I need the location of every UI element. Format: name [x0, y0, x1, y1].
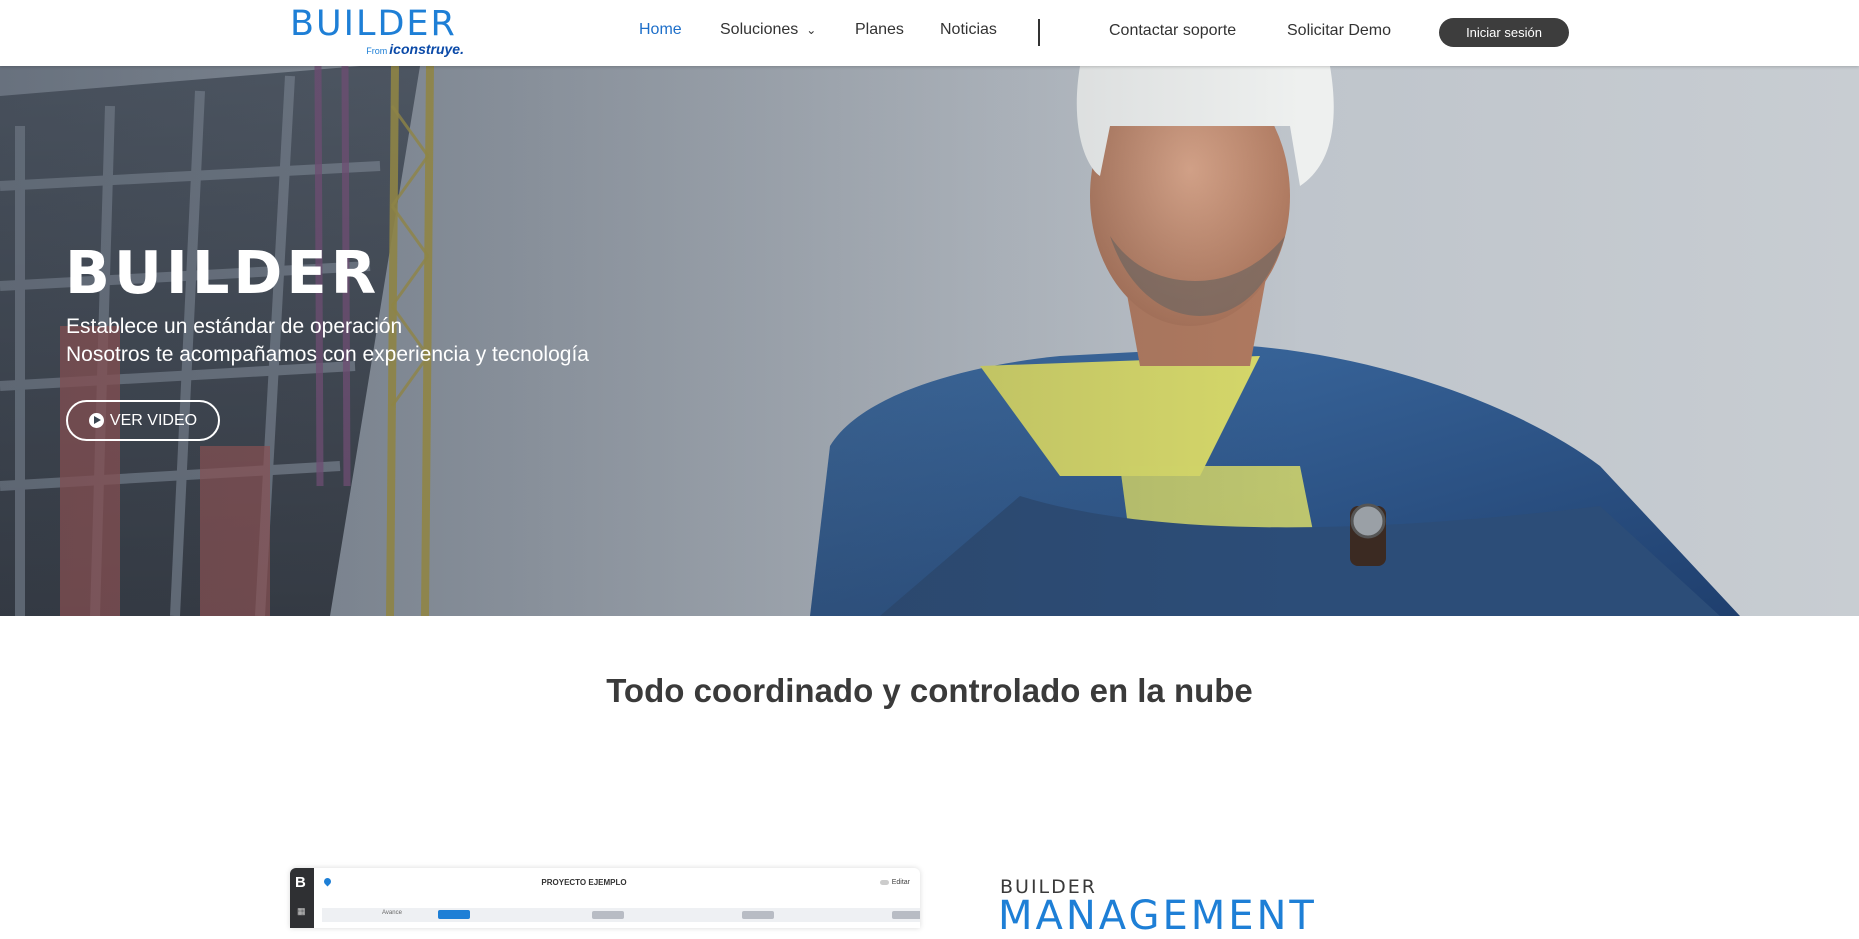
- nav-divider: [1038, 19, 1040, 46]
- nav-soluciones-label: Soluciones: [720, 21, 799, 38]
- mockup-chip: [742, 911, 774, 919]
- mockup-edit-label: Editar: [891, 879, 910, 886]
- logo-tagline: From iconstruye.: [366, 41, 464, 59]
- logo-wordmark: BUILDER: [290, 4, 457, 44]
- section-title: Todo coordinado y controlado en la nube: [606, 672, 1253, 709]
- mockup-active-chip: [438, 910, 470, 919]
- toggle-icon: [879, 879, 889, 885]
- nav-noticias[interactable]: Noticias: [940, 21, 997, 39]
- builder-logo[interactable]: BUILDER From iconstruye.: [290, 6, 466, 58]
- chevron-down-icon: ⌄: [806, 23, 817, 37]
- hero-banner: BUILDER Establece un estándar de operaci…: [0, 66, 1859, 616]
- request-demo-link[interactable]: Solicitar Demo: [1287, 22, 1391, 40]
- mockup-sidebar: B ▦: [290, 868, 314, 928]
- mockup-edit-toggle: Editar: [879, 879, 910, 886]
- contact-support-link[interactable]: Contactar soporte: [1109, 22, 1236, 40]
- mockup-tabs-row: Avance: [322, 908, 920, 922]
- mockup-main-panel: PROYECTO EJEMPLO Editar Avance: [314, 868, 920, 928]
- mockup-project-title: PROYECTO EJEMPLO: [541, 878, 627, 887]
- mockup-logo-letter: B: [295, 874, 306, 891]
- logo-from-text: From: [366, 46, 388, 56]
- nav-soluciones[interactable]: Soluciones ⌄: [720, 21, 816, 39]
- nav-home[interactable]: Home: [639, 21, 682, 39]
- product-name: MANAGEMENT: [998, 893, 1317, 939]
- site-header: BUILDER From iconstruye. Home Soluciones ⌄…: [0, 0, 1859, 66]
- mockup-tab-avance: Avance: [382, 910, 402, 916]
- hero-subtitle-line-1: Establece un estándar de operación: [66, 315, 403, 338]
- hero-title: BUILDER: [65, 238, 381, 307]
- mockup-chip: [592, 911, 624, 919]
- grid-icon: ▦: [297, 906, 306, 916]
- logo-brand-text: iconstruye.: [389, 41, 464, 57]
- watch-video-label: VER VIDEO: [109, 411, 198, 429]
- hero-subtitle-line-2: Nosotros te acompañamos con experiencia …: [66, 343, 589, 366]
- nav-planes[interactable]: Planes: [855, 21, 904, 39]
- play-circle-icon: [88, 413, 104, 428]
- app-screenshot-mockup: B ▦ PROYECTO EJEMPLO Editar Avance: [290, 868, 920, 928]
- login-button[interactable]: Iniciar sesión: [1439, 18, 1569, 47]
- mockup-chip: [892, 911, 920, 919]
- watch-video-button[interactable]: VER VIDEO: [66, 400, 220, 441]
